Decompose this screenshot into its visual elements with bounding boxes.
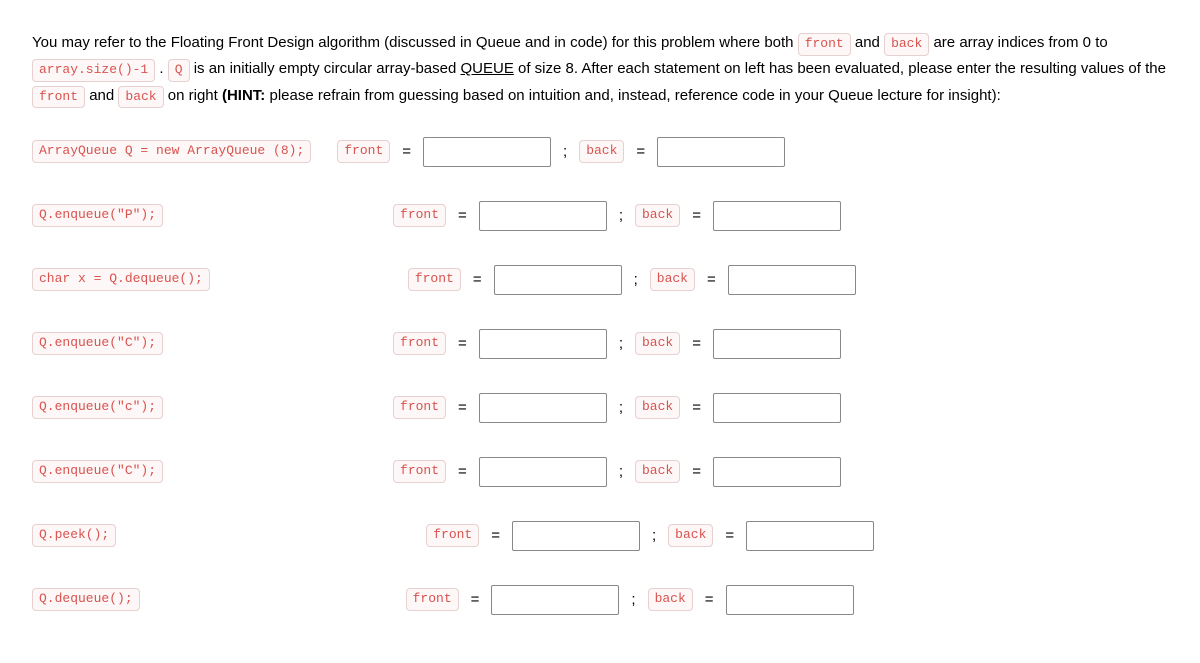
back-label-chip: back: [635, 332, 680, 355]
semicolon: ;: [630, 271, 642, 288]
equals-sign: =: [632, 143, 649, 160]
front-input[interactable]: [423, 137, 551, 167]
semicolon: ;: [559, 143, 571, 160]
back-input[interactable]: [713, 457, 841, 487]
intro-text: and: [89, 87, 118, 104]
statement-chip: Q.peek();: [32, 524, 116, 547]
statement-row: Q.dequeue(); front =; back =: [32, 585, 1168, 615]
code-chip-front2: front: [32, 86, 85, 109]
statement-rows: ArrayQueue Q = new ArrayQueue (8); front =…: [32, 137, 1168, 615]
statement-row: Q.peek(); front =; back =: [32, 521, 1168, 551]
back-input[interactable]: [728, 265, 856, 295]
statement-chip: Q.enqueue("C");: [32, 332, 163, 355]
statement-chip: Q.enqueue("c");: [32, 396, 163, 419]
front-back-group: front =; back =: [393, 393, 841, 423]
semicolon: ;: [615, 463, 627, 480]
front-back-group: front =; back =: [408, 265, 856, 295]
statement-row: ArrayQueue Q = new ArrayQueue (8); front =…: [32, 137, 1168, 167]
equals-sign: =: [398, 143, 415, 160]
hint-bold: (HINT:: [222, 87, 265, 104]
equals-sign: =: [454, 399, 471, 416]
statement-chip: ArrayQueue Q = new ArrayQueue (8);: [32, 140, 311, 163]
code-chip-q: Q: [168, 59, 190, 82]
back-input[interactable]: [713, 393, 841, 423]
equals-sign: =: [688, 399, 705, 416]
front-input[interactable]: [491, 585, 619, 615]
equals-sign: =: [688, 335, 705, 352]
intro-text: .: [159, 60, 167, 77]
front-label-chip: front: [426, 524, 479, 547]
intro-text: are array indices from 0 to: [933, 34, 1107, 51]
front-label-chip: front: [406, 588, 459, 611]
code-chip-front: front: [798, 33, 851, 56]
intro-text: on right: [168, 87, 222, 104]
back-input[interactable]: [713, 201, 841, 231]
front-input[interactable]: [512, 521, 640, 551]
code-chip-back2: back: [118, 86, 163, 109]
statement-row: Q.enqueue("C"); front =; back =: [32, 457, 1168, 487]
back-label-chip: back: [635, 396, 680, 419]
semicolon: ;: [648, 527, 660, 544]
front-back-group: front =; back =: [337, 137, 785, 167]
front-back-group: front =; back =: [393, 329, 841, 359]
front-back-group: front =; back =: [426, 521, 874, 551]
code-chip-arraysize: array.size()-1: [32, 59, 155, 82]
front-label-chip: front: [393, 332, 446, 355]
statement-chip: Q.enqueue("C");: [32, 460, 163, 483]
equals-sign: =: [467, 591, 484, 608]
front-label-chip: front: [393, 396, 446, 419]
front-label-chip: front: [393, 460, 446, 483]
semicolon: ;: [615, 335, 627, 352]
front-back-group: front =; back =: [393, 201, 841, 231]
front-label-chip: front: [337, 140, 390, 163]
problem-intro: You may refer to the Floating Front Desi…: [32, 30, 1168, 109]
equals-sign: =: [721, 527, 738, 544]
back-label-chip: back: [650, 268, 695, 291]
statement-row: char x = Q.dequeue(); front =; back =: [32, 265, 1168, 295]
equals-sign: =: [703, 271, 720, 288]
front-input[interactable]: [479, 201, 607, 231]
statement-row: Q.enqueue("P"); front =; back =: [32, 201, 1168, 231]
queue-underline: QUEUE: [460, 60, 513, 77]
back-label-chip: back: [579, 140, 624, 163]
statement-chip: Q.dequeue();: [32, 588, 140, 611]
back-label-chip: back: [635, 204, 680, 227]
front-input[interactable]: [494, 265, 622, 295]
back-input[interactable]: [713, 329, 841, 359]
front-input[interactable]: [479, 393, 607, 423]
back-label-chip: back: [648, 588, 693, 611]
hint-text: please refrain from guessing based on in…: [269, 87, 1000, 104]
code-chip-back: back: [884, 33, 929, 56]
equals-sign: =: [454, 463, 471, 480]
statement-row: Q.enqueue("c"); front =; back =: [32, 393, 1168, 423]
semicolon: ;: [615, 399, 627, 416]
equals-sign: =: [688, 463, 705, 480]
back-label-chip: back: [668, 524, 713, 547]
statement-chip: Q.enqueue("P");: [32, 204, 163, 227]
equals-sign: =: [454, 207, 471, 224]
front-label-chip: front: [393, 204, 446, 227]
back-input[interactable]: [726, 585, 854, 615]
front-input[interactable]: [479, 329, 607, 359]
semicolon: ;: [627, 591, 639, 608]
equals-sign: =: [701, 591, 718, 608]
front-input[interactable]: [479, 457, 607, 487]
back-input[interactable]: [746, 521, 874, 551]
equals-sign: =: [487, 527, 504, 544]
semicolon: ;: [615, 207, 627, 224]
front-label-chip: front: [408, 268, 461, 291]
intro-text: You may refer to the Floating Front Desi…: [32, 34, 798, 51]
back-label-chip: back: [635, 460, 680, 483]
intro-text: is an initially empty circular array-bas…: [194, 60, 461, 77]
front-back-group: front =; back =: [406, 585, 854, 615]
intro-text: of size 8. After each statement on left …: [518, 60, 1166, 77]
statement-chip: char x = Q.dequeue();: [32, 268, 210, 291]
front-back-group: front =; back =: [393, 457, 841, 487]
intro-text: and: [855, 34, 884, 51]
equals-sign: =: [454, 335, 471, 352]
statement-row: Q.enqueue("C"); front =; back =: [32, 329, 1168, 359]
equals-sign: =: [469, 271, 486, 288]
back-input[interactable]: [657, 137, 785, 167]
equals-sign: =: [688, 207, 705, 224]
